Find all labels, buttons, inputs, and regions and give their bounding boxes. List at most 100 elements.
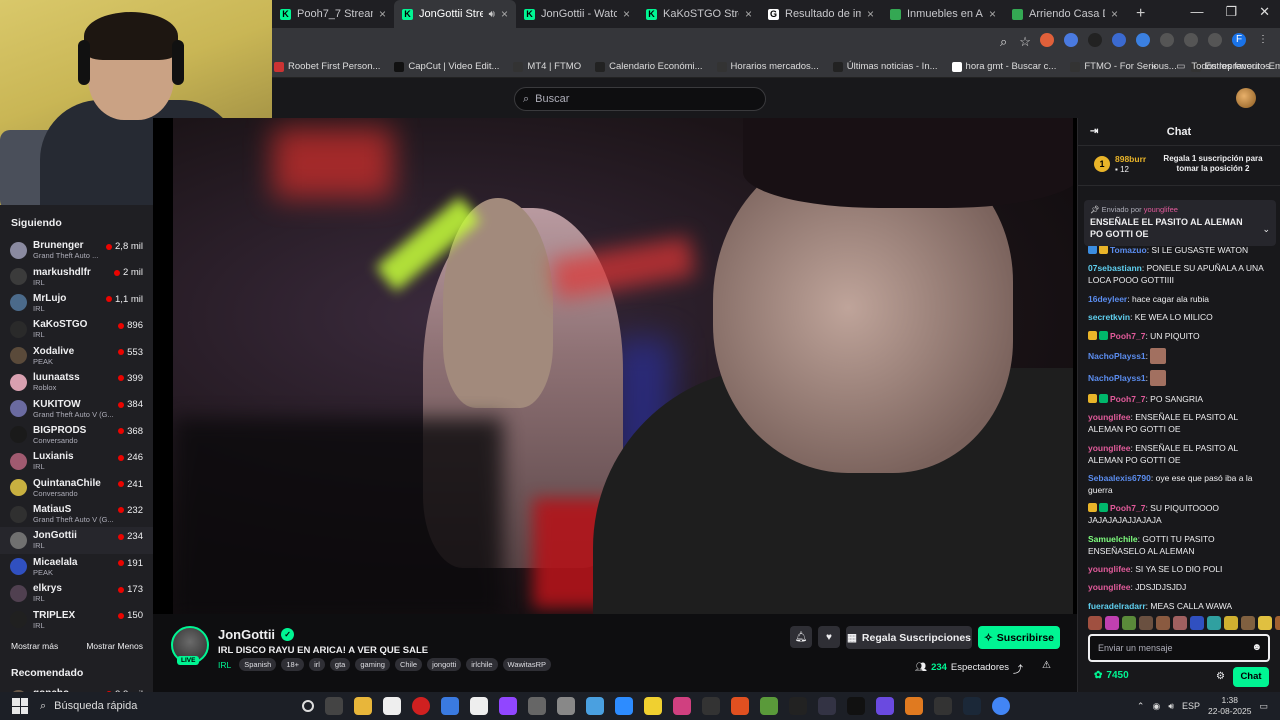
browser-tab[interactable]: K Pooh7_7 Stream - Wa ×: [272, 0, 394, 28]
chevron-right-icon[interactable]: »: [1151, 61, 1156, 72]
extension-icon[interactable]: [1064, 33, 1078, 47]
minecraft-icon[interactable]: [760, 697, 778, 715]
emote-icon[interactable]: [1258, 616, 1272, 630]
notification-bell-button[interactable]: 🔔︎: [790, 626, 812, 648]
capcut-icon[interactable]: [789, 697, 807, 715]
browser-tab[interactable]: Arriendo Casa De De ×: [1004, 0, 1126, 28]
network-icon[interactable]: ◉: [1152, 701, 1160, 712]
tiktok-icon[interactable]: [847, 697, 865, 715]
sidebar-channel[interactable]: Micaelala PEAK 191: [0, 554, 153, 580]
close-tab-icon[interactable]: ×: [867, 7, 874, 21]
chat-username[interactable]: younglifee: [1088, 582, 1131, 592]
bookmark-item[interactable]: CapCut | Video Edit...: [394, 61, 499, 72]
chat-settings-icon[interactable]: ⚙: [1216, 671, 1225, 682]
media-icon[interactable]: [1184, 33, 1198, 47]
chat-badge-icon[interactable]: [1088, 393, 1097, 403]
pinned-sent-by-user[interactable]: younglifee: [1144, 205, 1178, 214]
minimize-icon[interactable]: —: [1190, 4, 1203, 20]
browser-tab[interactable]: K JonGottii Stream 🔊︎ ×: [394, 0, 516, 28]
follow-heart-button[interactable]: ♥: [818, 626, 840, 648]
browser-tab[interactable]: Inmuebles en Arrien ×: [882, 0, 1004, 28]
notifications-icon[interactable]: ▭: [1259, 701, 1268, 712]
sidebar-channel[interactable]: luunaatss Roblox 399: [0, 369, 153, 395]
close-tab-icon[interactable]: ×: [1111, 7, 1118, 21]
chat-username[interactable]: younglifee: [1088, 443, 1131, 453]
chat-username[interactable]: Sebaalexis6790: [1088, 473, 1151, 483]
video-player[interactable]: [153, 118, 1077, 614]
chat-username[interactable]: fueradelradarr: [1088, 601, 1146, 611]
start-button[interactable]: [12, 698, 28, 714]
close-tab-icon[interactable]: ×: [379, 7, 386, 21]
app-icon[interactable]: [702, 697, 720, 715]
sidebar-channel[interactable]: markushdlfr IRL 2 mil: [0, 263, 153, 289]
new-tab-button[interactable]: +: [1136, 5, 1145, 23]
chat-username[interactable]: 07sebastiann: [1088, 263, 1142, 273]
bookmarks-folder-label[interactable]: Todos los favoritos: [1191, 61, 1270, 72]
report-icon[interactable]: ⚠: [1042, 660, 1051, 671]
show-less-link[interactable]: Mostrar Menos: [86, 641, 143, 659]
share-icon[interactable]: ⤴: [1013, 661, 1023, 676]
chat-username[interactable]: Pooh7_7: [1110, 331, 1145, 341]
stream-tag[interactable]: 18+: [281, 658, 305, 671]
document-icon[interactable]: [470, 697, 488, 715]
tab-audio-icon[interactable]: 🔊︎: [489, 9, 495, 20]
app-icon[interactable]: [557, 697, 575, 715]
stream-tag[interactable]: jongotti: [427, 658, 462, 671]
zoom-app-icon[interactable]: [615, 697, 633, 715]
chat-emote-icon[interactable]: [1150, 370, 1167, 387]
file-explorer-icon[interactable]: [354, 697, 372, 715]
emote-icon[interactable]: [1241, 616, 1255, 630]
stream-tag[interactable]: WawitasRP: [502, 658, 551, 671]
chat-badge-icon[interactable]: [1088, 245, 1097, 254]
user-avatar[interactable]: [1236, 88, 1256, 108]
chat-username[interactable]: Pooh7_7: [1110, 503, 1145, 513]
language-indicator[interactable]: ESP: [1182, 701, 1200, 711]
bookmark-item[interactable]: hora gmt - Buscar c...: [951, 61, 1056, 72]
stream-tag[interactable]: Spanish: [239, 658, 277, 671]
chat-message-input[interactable]: Enviar un mensaje ☻: [1088, 634, 1270, 662]
chat-username[interactable]: Samuelchile: [1088, 534, 1138, 544]
emote-icon[interactable]: [1173, 616, 1187, 630]
chat-badge-icon[interactable]: [1099, 245, 1108, 254]
close-tab-icon[interactable]: ×: [745, 7, 752, 21]
close-tab-icon[interactable]: ×: [623, 7, 630, 21]
stream-tag[interactable]: gaming: [355, 658, 390, 671]
extension-icon[interactable]: [1040, 33, 1054, 47]
notepad-icon[interactable]: [383, 697, 401, 715]
restore-icon[interactable]: ❐: [1225, 4, 1237, 20]
streamer-name-label[interactable]: JonGottii: [218, 627, 275, 642]
stream-tag[interactable]: irl: [309, 658, 325, 671]
chat-username[interactable]: Pooh7_7: [1110, 394, 1145, 404]
twitch-icon[interactable]: [499, 697, 517, 715]
chat-badge-icon[interactable]: [1099, 393, 1108, 403]
chat-username[interactable]: secretkvin: [1088, 312, 1130, 322]
browser-tab[interactable]: K KaKoSTGO Stream - ×: [638, 0, 760, 28]
chat-badge-icon[interactable]: [1099, 503, 1108, 513]
close-tab-icon[interactable]: ×: [501, 7, 508, 21]
chrome-icon[interactable]: [992, 697, 1010, 715]
profile-icon[interactable]: F: [1232, 33, 1246, 47]
stream-category-link[interactable]: IRL: [218, 660, 231, 670]
sidebar-channel[interactable]: BIGPRODS Conversando 368: [0, 422, 153, 448]
sidebar-channel[interactable]: MrLujo IRL 1,1 mil: [0, 290, 153, 316]
bookmark-item[interactable]: Roobet First Person...: [274, 61, 380, 72]
chat-username[interactable]: Tomazuo: [1110, 245, 1147, 255]
emote-icon[interactable]: [1088, 616, 1102, 630]
chat-send-button[interactable]: Chat: [1233, 667, 1269, 687]
sidebar-channel[interactable]: JonGottii IRL 234: [0, 527, 153, 554]
sidebar-channel[interactable]: TRIPLEX IRL 150: [0, 606, 153, 632]
browser-tab[interactable]: K JonGottii - Watch the ×: [516, 0, 638, 28]
sticky-notes-icon[interactable]: [644, 697, 662, 715]
emote-icon[interactable]: [1156, 616, 1170, 630]
bookmark-item[interactable]: MT4 | FTMO: [513, 61, 581, 72]
emote-icon[interactable]: [1224, 616, 1238, 630]
chat-username[interactable]: younglifee: [1088, 564, 1131, 574]
close-window-icon[interactable]: ✕: [1259, 4, 1270, 20]
bookmark-item[interactable]: Calendario Económi...: [595, 61, 703, 72]
bookmarks-folder[interactable]: » ▭ Todos los favoritos: [1151, 61, 1270, 72]
sidebar-channel[interactable]: QuintanaChile Conversando 241: [0, 475, 153, 501]
close-tab-icon[interactable]: ×: [989, 7, 996, 21]
chat-badge-icon[interactable]: [1088, 330, 1097, 340]
app-icon[interactable]: [818, 697, 836, 715]
emote-picker-icon[interactable]: ☻: [1251, 642, 1262, 653]
